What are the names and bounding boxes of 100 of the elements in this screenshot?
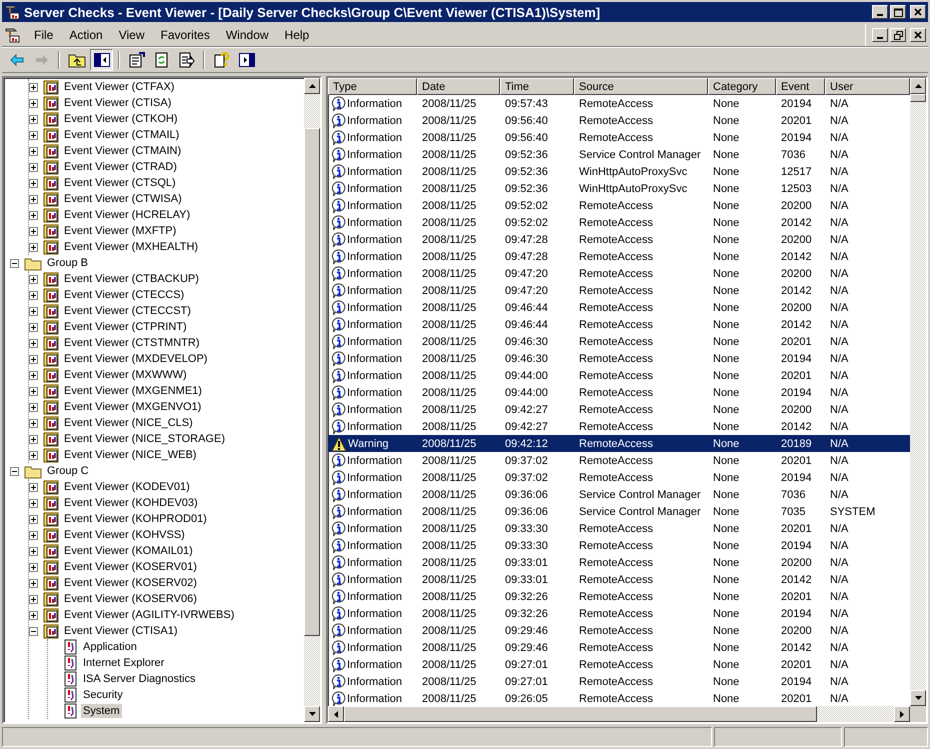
tree-item[interactable]: Event Viewer (KOHDEV03) (62, 496, 200, 510)
close-button[interactable] (910, 5, 926, 19)
table-row[interactable]: Information 2008/11/25 09:52:36 WinHttpAutoProxySvc None 12517 N/A (328, 163, 910, 180)
minimize-button[interactable] (872, 5, 888, 19)
menu-item[interactable]: Help (276, 26, 318, 44)
scroll-down-button[interactable] (304, 706, 320, 722)
scrollbar-thumb[interactable] (910, 94, 926, 102)
table-row[interactable]: Information 2008/11/25 09:46:44 RemoteAccess None 20200 N/A (328, 299, 910, 316)
expand-toggle[interactable] (29, 162, 38, 172)
tree-item[interactable]: Event Viewer (CTSQL) (62, 176, 178, 190)
expand-toggle[interactable] (29, 354, 38, 364)
column-header[interactable]: Time (500, 78, 574, 95)
maximize-button[interactable] (890, 5, 906, 19)
table-row[interactable]: Information 2008/11/25 09:56:40 RemoteAccess None 20201 N/A (328, 112, 910, 129)
expand-toggle[interactable] (29, 514, 38, 524)
tree-item[interactable]: Event Viewer (KOSERV06) (62, 592, 199, 606)
tree-item[interactable]: Event Viewer (CTECCS) (62, 288, 186, 302)
expand-toggle[interactable] (29, 338, 38, 348)
tree-item[interactable]: Internet Explorer (81, 656, 166, 670)
table-row[interactable]: Information 2008/11/25 09:44:00 RemoteAccess None 20194 N/A (328, 384, 910, 401)
tree-item[interactable]: Event Viewer (MXHEALTH) (62, 240, 200, 254)
tree-item[interactable]: Event Viewer (MXWWW) (62, 368, 189, 382)
table-row[interactable]: Information 2008/11/25 09:33:30 RemoteAccess None 20201 N/A (328, 520, 910, 537)
minimize-button[interactable] (872, 28, 888, 42)
table-row[interactable]: Information 2008/11/25 09:29:46 RemoteAccess None 20200 N/A (328, 622, 910, 639)
expand-toggle[interactable] (29, 274, 38, 284)
expand-toggle[interactable] (29, 386, 38, 396)
table-row[interactable]: Information 2008/11/25 09:47:20 RemoteAccess None 20142 N/A (328, 282, 910, 299)
column-header[interactable]: Category (708, 78, 776, 95)
expand-toggle[interactable] (29, 594, 38, 604)
tree-item[interactable]: Event Viewer (HCRELAY) (62, 208, 192, 222)
menu-item[interactable]: Window (218, 26, 277, 44)
menu-item[interactable]: Action (61, 26, 111, 44)
table-row[interactable]: Information 2008/11/25 09:47:20 RemoteAccess None 20200 N/A (328, 265, 910, 282)
collapse-toggle[interactable] (29, 626, 38, 636)
tree-item[interactable]: Event Viewer (KOHPROD01) (62, 512, 209, 526)
table-row[interactable]: Information 2008/11/25 09:52:36 WinHttpAutoProxySvc None 12503 N/A (328, 180, 910, 197)
expand-toggle[interactable] (29, 82, 38, 92)
expand-toggle[interactable] (29, 322, 38, 332)
tree-item[interactable]: Event Viewer (NICE_WEB) (62, 448, 198, 462)
table-row[interactable]: Information 2008/11/25 09:33:01 RemoteAccess None 20142 N/A (328, 571, 910, 588)
expand-toggle[interactable] (29, 434, 38, 444)
column-header[interactable]: Date (417, 78, 500, 95)
show-tree-button[interactable] (90, 49, 113, 71)
expand-toggle[interactable] (29, 98, 38, 108)
tree-item[interactable]: Event Viewer (KOSERV02) (62, 576, 199, 590)
table-row[interactable]: Information 2008/11/25 09:32:26 RemoteAccess None 20201 N/A (328, 588, 910, 605)
expand-toggle[interactable] (29, 194, 38, 204)
table-row[interactable]: Information 2008/11/25 09:36:06 Service Control Manager None 7036 N/A (328, 486, 910, 503)
expand-toggle[interactable] (29, 402, 38, 412)
column-header[interactable]: User (825, 78, 910, 95)
menu-item[interactable]: Favorites (152, 26, 218, 44)
tree-item[interactable]: Event Viewer (CTISA1) (62, 624, 180, 638)
table-row[interactable]: Information 2008/11/25 09:33:30 RemoteAccess None 20194 N/A (328, 537, 910, 554)
expand-toggle[interactable] (29, 418, 38, 428)
tree-item[interactable]: Event Viewer (CTRAD) (62, 160, 179, 174)
tree-item[interactable]: Event Viewer (CTBACKUP) (62, 272, 201, 286)
tree-item[interactable]: Event Viewer (AGILITY-IVRWEBS) (62, 608, 236, 622)
expand-toggle[interactable] (29, 450, 38, 460)
expand-toggle[interactable] (29, 242, 38, 252)
tree-item[interactable]: Event Viewer (MXDEVELOP) (62, 352, 210, 366)
restore-button[interactable] (890, 28, 906, 42)
tree-item[interactable]: Event Viewer (CTISA) (62, 96, 174, 110)
expand-toggle[interactable] (29, 530, 38, 540)
table-row[interactable]: Information 2008/11/25 09:29:46 RemoteAccess None 20142 N/A (328, 639, 910, 656)
expand-toggle[interactable] (29, 210, 38, 220)
table-row[interactable]: Information 2008/11/25 09:36:06 Service Control Manager None 7035 SYSTEM (328, 503, 910, 520)
tree-item[interactable]: Event Viewer (KOHVSS) (62, 528, 187, 542)
tree-item[interactable]: Event Viewer (KOSERV01) (62, 560, 199, 574)
expand-toggle[interactable] (29, 482, 38, 492)
column-header[interactable]: Source (574, 78, 708, 95)
table-row[interactable]: Information 2008/11/25 09:37:02 RemoteAccess None 20194 N/A (328, 469, 910, 486)
hammer-icon[interactable] (4, 27, 20, 43)
expand-toggle[interactable] (29, 290, 38, 300)
scrollbar-thumb[interactable] (304, 128, 320, 636)
tree-item[interactable]: Event Viewer (CTECCST) (62, 304, 193, 318)
expand-toggle[interactable] (29, 114, 38, 124)
expand-toggle[interactable] (29, 610, 38, 620)
collapse-toggle[interactable] (10, 258, 19, 268)
table-row[interactable]: Information 2008/11/25 09:42:27 RemoteAccess None 20142 N/A (328, 418, 910, 435)
table-row[interactable]: Information 2008/11/25 09:56:40 RemoteAccess None 20194 N/A (328, 129, 910, 146)
column-header[interactable]: Event (776, 78, 825, 95)
expand-toggle[interactable] (29, 130, 38, 140)
tree-item[interactable]: Group B (45, 256, 90, 270)
table-row[interactable]: Information 2008/11/25 09:52:02 RemoteAccess None 20142 N/A (328, 214, 910, 231)
tree-item[interactable]: Event Viewer (NICE_STORAGE) (62, 432, 227, 446)
table-row[interactable]: Information 2008/11/25 09:46:30 RemoteAccess None 20194 N/A (328, 350, 910, 367)
table-row[interactable]: Information 2008/11/25 09:42:27 RemoteAccess None 20200 N/A (328, 401, 910, 418)
tree-item[interactable]: Event Viewer (MXGENME1) (62, 384, 204, 398)
expand-toggle[interactable] (29, 578, 38, 588)
tree-item[interactable]: Event Viewer (CTMAIL) (62, 128, 182, 142)
tree-item[interactable]: Event Viewer (NICE_CLS) (62, 416, 195, 430)
expand-toggle[interactable] (29, 562, 38, 572)
table-row[interactable]: Information 2008/11/25 09:27:01 RemoteAccess None 20201 N/A (328, 656, 910, 673)
table-row[interactable]: Information 2008/11/25 09:57:43 RemoteAccess None 20194 N/A (328, 95, 910, 112)
expand-toggle[interactable] (29, 546, 38, 556)
expand-toggle[interactable] (29, 146, 38, 156)
selected-row[interactable]: Warning 2008/11/25 09:42:12 RemoteAccess None 20189 N/A (328, 435, 910, 452)
scroll-up-button[interactable] (910, 78, 926, 94)
table-row[interactable]: Information 2008/11/25 09:52:02 RemoteAccess None 20200 N/A (328, 197, 910, 214)
